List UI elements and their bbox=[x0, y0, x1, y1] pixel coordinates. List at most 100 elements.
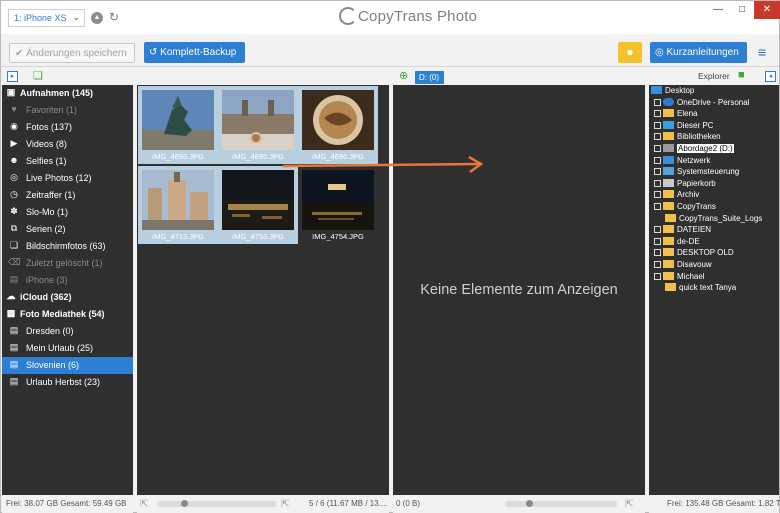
expand-checkbox[interactable] bbox=[654, 168, 661, 176]
explorer-item[interactable]: Desktop bbox=[651, 86, 694, 98]
album-icon: ▤ bbox=[9, 274, 19, 284]
collapse-right-icon[interactable]: ◂ bbox=[765, 71, 776, 82]
photo-thumbnail[interactable]: IMG_4754.JPG bbox=[298, 166, 378, 244]
device-select[interactable]: 1: iPhone XS ⌄ bbox=[8, 9, 85, 27]
album-item[interactable]: ▶ Videos (8) bbox=[2, 136, 133, 153]
album-item[interactable]: ⧉ Serien (2) bbox=[2, 221, 133, 238]
minimize-button[interactable]: — bbox=[706, 1, 730, 19]
album-item[interactable]: ◷ Zeitraffer (1) bbox=[2, 187, 133, 204]
dest-zoom-slider[interactable] bbox=[505, 501, 617, 507]
album-item[interactable]: ♥ Favoriten (1) bbox=[2, 102, 133, 119]
quick-guides-button[interactable]: ◎ Kurzanleitungen bbox=[650, 42, 747, 63]
album-item[interactable]: ▩ Foto Mediathek (54) bbox=[2, 306, 133, 323]
photo-thumbnail[interactable]: IMG_4713.JPG bbox=[138, 166, 218, 244]
explorer-item[interactable]: CopyTrans_Suite_Logs bbox=[654, 213, 762, 226]
expand-checkbox[interactable] bbox=[654, 249, 661, 257]
explorer-item[interactable]: Archiv bbox=[654, 190, 699, 202]
empty-message: Keine Elemente zum Anzeigen bbox=[420, 282, 618, 298]
explorer-item[interactable]: Bibliotheken bbox=[654, 132, 721, 144]
hamburger-menu-icon[interactable]: ≡ bbox=[758, 45, 766, 59]
expand-checkbox[interactable] bbox=[654, 110, 661, 118]
expand-checkbox[interactable] bbox=[654, 237, 661, 245]
album-item[interactable]: ⌫ Zuletzt gelöscht (1) bbox=[2, 255, 133, 272]
explorer-item-label: Abordage2 (D:) bbox=[677, 144, 734, 153]
explorer-item[interactable]: Netzwerk bbox=[654, 155, 710, 168]
explorer-item[interactable]: de-DE bbox=[654, 236, 700, 249]
explorer-item[interactable]: Papierkorb bbox=[654, 178, 716, 191]
check-icon: ✔ bbox=[15, 48, 24, 59]
explorer-item[interactable]: Disavouw bbox=[654, 260, 712, 272]
album-item-label: Mein Urlaub (25) bbox=[26, 343, 94, 353]
maximize-button[interactable]: □ bbox=[730, 1, 754, 19]
expand-checkbox[interactable] bbox=[654, 203, 661, 210]
explorer-item[interactable]: OneDrive - Personal bbox=[654, 97, 749, 110]
explorer-item[interactable]: DESKTOP OLD bbox=[654, 248, 734, 260]
explorer-item-label: Dieser PC bbox=[677, 120, 714, 130]
eject-icon[interactable]: ▲ bbox=[91, 12, 103, 24]
close-button[interactable]: ✕ bbox=[754, 1, 780, 19]
album-item[interactable]: ◎ Live Photos (12) bbox=[2, 170, 133, 187]
album-icon: ▤ bbox=[9, 342, 19, 352]
album-item[interactable]: ▤ Urlaub Herbst (23) bbox=[2, 374, 133, 391]
dest-zoom-slider-knob[interactable] bbox=[526, 500, 533, 507]
expand-checkbox[interactable] bbox=[654, 98, 661, 106]
refresh-icon[interactable]: ↻ bbox=[109, 10, 119, 24]
expand-checkbox[interactable] bbox=[654, 191, 661, 199]
explorer-item[interactable]: Systemsteuerung bbox=[654, 167, 739, 179]
explorer-item-label: quick text Tanya bbox=[679, 283, 737, 293]
explorer-item[interactable]: CopyTrans bbox=[654, 202, 716, 214]
desktop-icon bbox=[651, 86, 662, 94]
explorer-item[interactable]: quick text Tanya bbox=[654, 283, 736, 295]
selfie-icon: ☻ bbox=[9, 155, 19, 165]
chevron-down-icon: ⌄ bbox=[72, 12, 80, 22]
dest-expand-icon[interactable]: ⇱ bbox=[625, 499, 633, 510]
shrink-icon[interactable]: ⇱ bbox=[140, 499, 148, 510]
lightbulb-icon[interactable]: ● bbox=[618, 42, 642, 63]
full-backup-button[interactable]: ↺ Komplett-Backup bbox=[144, 42, 245, 63]
zoom-slider[interactable] bbox=[157, 501, 277, 507]
expand-icon[interactable]: ⇱ bbox=[281, 499, 289, 510]
album-item[interactable]: ▤ Slovenien (6) bbox=[2, 357, 133, 374]
album-item[interactable]: ❏ Bildschirmfotos (63) bbox=[2, 238, 133, 255]
photo-thumbnail[interactable]: IMG_4695.JPG bbox=[218, 86, 298, 164]
expand-checkbox[interactable] bbox=[654, 226, 661, 234]
zoom-slider-knob[interactable] bbox=[181, 500, 188, 507]
album-item[interactable]: ▤ iPhone (3) bbox=[2, 272, 133, 289]
save-changes-button[interactable]: ✔ Änderungen speichern bbox=[9, 43, 135, 63]
new-folder-icon[interactable]: ■ bbox=[738, 69, 745, 81]
photo-thumbnail[interactable]: IMG_4693.JPG bbox=[138, 86, 218, 164]
album-item[interactable]: ▣ Aufnahmen (145) bbox=[2, 85, 133, 102]
expand-checkbox[interactable] bbox=[654, 179, 661, 187]
expand-checkbox[interactable] bbox=[654, 145, 661, 152]
explorer-item[interactable]: Dieser PC bbox=[654, 120, 714, 133]
explorer-item[interactable]: DATEIEN bbox=[654, 225, 711, 237]
album-item[interactable]: ▤ Mein Urlaub (25) bbox=[2, 340, 133, 357]
new-album-icon[interactable]: ❏ bbox=[33, 69, 43, 82]
folder-icon bbox=[663, 190, 674, 199]
expand-checkbox[interactable] bbox=[654, 156, 661, 164]
album-item[interactable]: ◉ Fotos (137) bbox=[2, 119, 133, 136]
album-item[interactable]: ▤ Dresden (0) bbox=[2, 323, 133, 340]
photo-thumbnail[interactable]: IMG_4696.JPG bbox=[298, 86, 378, 164]
expand-checkbox[interactable] bbox=[654, 261, 661, 268]
save-changes-label: Änderungen speichern bbox=[26, 48, 127, 59]
album-item-label: Aufnahmen (145) bbox=[20, 88, 94, 98]
album-item[interactable]: ✽ Slo-Mo (1) bbox=[2, 204, 133, 221]
camera-roll-icon: ▣ bbox=[6, 87, 16, 97]
expand-checkbox[interactable] bbox=[654, 121, 661, 129]
photo-image bbox=[142, 170, 214, 230]
photo-thumbnail[interactable]: IMG_4753.JPG bbox=[218, 166, 298, 244]
explorer-item[interactable]: Elena bbox=[654, 109, 697, 121]
expand-checkbox[interactable] bbox=[654, 272, 661, 280]
collapse-left-icon[interactable]: ▸ bbox=[7, 71, 18, 82]
source-count: 5 / 6 (11.67 MB / 13.... bbox=[309, 499, 388, 508]
album-item[interactable]: ☻ Selfies (1) bbox=[2, 153, 133, 170]
destination-tab[interactable]: D: (0) bbox=[415, 71, 444, 84]
timelapse-icon: ◷ bbox=[10, 189, 18, 199]
explorer-item[interactable]: Michael bbox=[654, 271, 705, 284]
add-destination-icon[interactable]: ⊕ bbox=[399, 69, 408, 82]
expand-checkbox[interactable] bbox=[654, 133, 661, 141]
explorer-item[interactable]: Abordage2 (D:) bbox=[654, 144, 734, 156]
album-item-label: Dresden (0) bbox=[26, 326, 74, 336]
album-item[interactable]: ☁ iCloud (362) bbox=[2, 289, 133, 306]
